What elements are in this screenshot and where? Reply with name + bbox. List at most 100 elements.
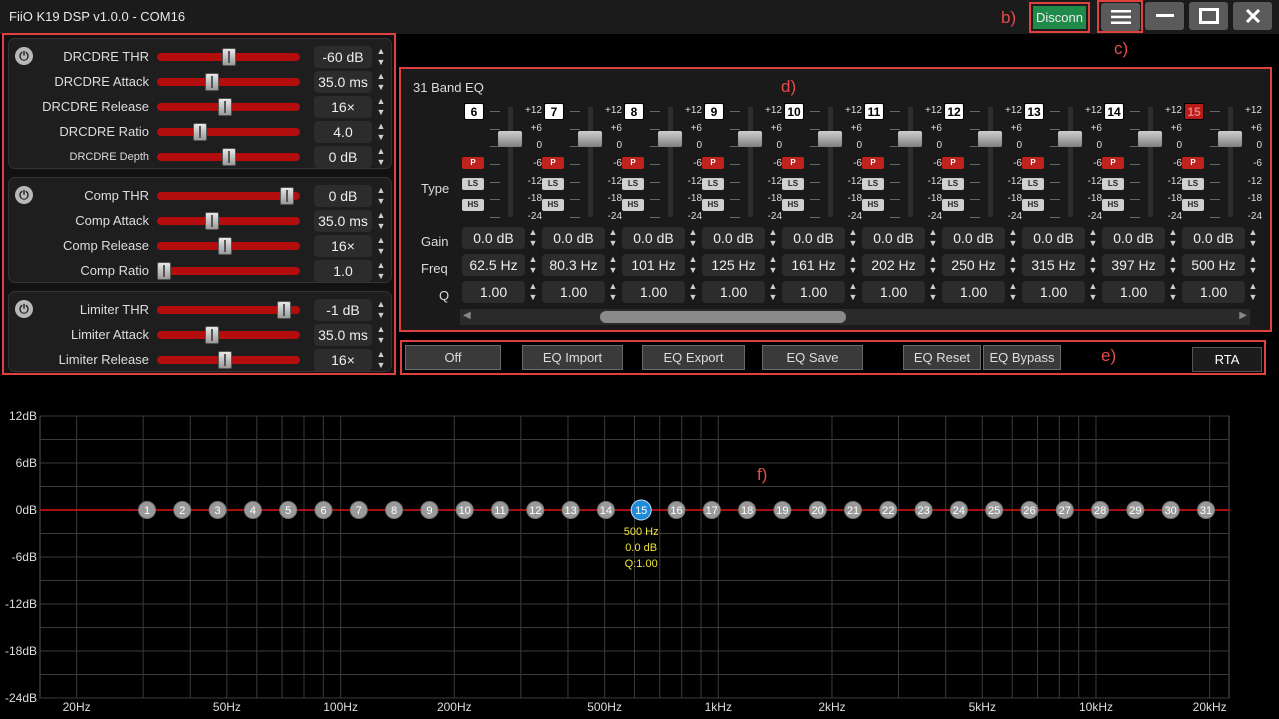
band-point-13[interactable]: 13: [561, 501, 580, 519]
spin-arrows-icon[interactable]: ▲ ▼: [927, 227, 939, 249]
spin-arrows-icon[interactable]: ▲ ▼: [1007, 227, 1019, 249]
spin-arrows-icon[interactable]: ▲ ▼: [687, 227, 699, 249]
slider-thumb[interactable]: [218, 237, 232, 255]
comp-param-slider[interactable]: [157, 237, 300, 255]
band-q-field[interactable]: 1.00: [622, 281, 685, 303]
band-freq-field[interactable]: 62.5 Hz: [462, 254, 525, 276]
drcdre-param-slider[interactable]: [157, 148, 300, 166]
spin-arrows-icon[interactable]: ▲ ▼: [1087, 227, 1099, 249]
fader-thumb[interactable]: [818, 131, 842, 147]
low-shelf-button[interactable]: LS: [1102, 178, 1124, 190]
spin-arrows-icon[interactable]: ▲ ▼: [527, 254, 539, 276]
spin-arrows-icon[interactable]: ▲ ▼: [767, 227, 779, 249]
band-freq-field[interactable]: 397 Hz: [1102, 254, 1165, 276]
spin-arrows-icon[interactable]: ▲ ▼: [1247, 254, 1259, 276]
spin-arrows-icon[interactable]: ▲ ▼: [767, 281, 779, 303]
band-point-21[interactable]: 21: [844, 501, 862, 519]
peak-filter-button[interactable]: P: [702, 157, 724, 169]
fader-thumb[interactable]: [658, 131, 682, 147]
band-q-field[interactable]: 1.00: [462, 281, 525, 303]
band-point-29[interactable]: 29: [1126, 501, 1145, 519]
band-fader[interactable]: [908, 107, 913, 217]
eq-response-graph[interactable]: 12dB6dB0dB-6dB-12dB-18dB-24dB 20Hz 50Hz 10…: [0, 378, 1279, 719]
eq-reset-button[interactable]: EQ Reset: [903, 345, 981, 370]
drcdre-param-value[interactable]: -60 dB: [314, 46, 372, 68]
band-point-23[interactable]: 23: [914, 501, 933, 519]
comp-param-value[interactable]: 35.0 ms: [314, 210, 372, 232]
peak-filter-button[interactable]: P: [862, 157, 884, 169]
band-freq-field[interactable]: 125 Hz: [702, 254, 765, 276]
band-fader[interactable]: [748, 107, 753, 217]
spin-arrows-icon[interactable]: ▲ ▼: [1167, 227, 1179, 249]
spin-arrows-icon[interactable]: ▲ ▼: [607, 281, 619, 303]
spin-arrows-icon[interactable]: ▲ ▼: [767, 254, 779, 276]
drcdre-param-value[interactable]: 4.0: [314, 121, 372, 143]
fader-thumb[interactable]: [738, 131, 762, 147]
high-shelf-button[interactable]: HS: [942, 199, 964, 211]
drcdre-param-slider[interactable]: [157, 98, 300, 116]
eq-import-button[interactable]: EQ Import: [522, 345, 623, 370]
band-q-field[interactable]: 1.00: [1102, 281, 1165, 303]
eq-bypass-button[interactable]: EQ Bypass: [983, 345, 1061, 370]
high-shelf-button[interactable]: HS: [462, 199, 484, 211]
off-button[interactable]: Off: [405, 345, 501, 370]
slider-thumb[interactable]: [205, 73, 219, 91]
comp-param-slider[interactable]: [157, 262, 300, 280]
band-point-5[interactable]: 5: [279, 501, 298, 519]
band-q-field[interactable]: 1.00: [942, 281, 1005, 303]
band-point-2[interactable]: 2: [173, 501, 192, 519]
high-shelf-button[interactable]: HS: [1102, 199, 1124, 211]
spin-arrows-icon[interactable]: ▲ ▼: [927, 281, 939, 303]
scroll-right-icon[interactable]: ▶: [1239, 310, 1247, 321]
high-shelf-button[interactable]: HS: [702, 199, 724, 211]
spin-arrows-icon[interactable]: ▲ ▼: [375, 299, 387, 321]
band-point-14[interactable]: 14: [596, 501, 615, 519]
band-gain-field[interactable]: 0.0 dB: [622, 227, 685, 249]
band-fader[interactable]: [1068, 107, 1073, 217]
eq-horizontal-scrollbar[interactable]: ◀ ▶: [460, 309, 1250, 325]
slider-thumb[interactable]: [218, 351, 232, 369]
slider-thumb[interactable]: [222, 148, 236, 166]
band-number[interactable]: 7: [544, 103, 564, 120]
band-fader[interactable]: [1148, 107, 1153, 217]
band-point-19[interactable]: 19: [773, 501, 792, 519]
fader-thumb[interactable]: [898, 131, 922, 147]
peak-filter-button[interactable]: P: [542, 157, 564, 169]
band-gain-field[interactable]: 0.0 dB: [862, 227, 925, 249]
spin-arrows-icon[interactable]: ▲ ▼: [375, 146, 387, 168]
band-fader[interactable]: [508, 107, 513, 217]
band-number[interactable]: 15: [1184, 103, 1204, 120]
band-gain-field[interactable]: 0.0 dB: [942, 227, 1005, 249]
fader-thumb[interactable]: [978, 131, 1002, 147]
band-number[interactable]: 10: [784, 103, 804, 120]
spin-arrows-icon[interactable]: ▲ ▼: [527, 227, 539, 249]
band-freq-field[interactable]: 250 Hz: [942, 254, 1005, 276]
comp-param-slider[interactable]: [157, 187, 300, 205]
band-freq-field[interactable]: 315 Hz: [1022, 254, 1085, 276]
band-point-11[interactable]: 11: [491, 501, 509, 519]
spin-arrows-icon[interactable]: ▲ ▼: [1087, 281, 1099, 303]
peak-filter-button[interactable]: P: [622, 157, 644, 169]
band-number[interactable]: 6: [464, 103, 484, 120]
band-point-22[interactable]: 22: [879, 501, 898, 519]
low-shelf-button[interactable]: LS: [702, 178, 724, 190]
spin-arrows-icon[interactable]: ▲ ▼: [375, 46, 387, 68]
slider-thumb[interactable]: [222, 48, 236, 66]
low-shelf-button[interactable]: LS: [462, 178, 484, 190]
spin-arrows-icon[interactable]: ▲ ▼: [375, 210, 387, 232]
eq-save-button[interactable]: EQ Save: [762, 345, 863, 370]
slider-thumb[interactable]: [205, 326, 219, 344]
scroll-left-icon[interactable]: ◀: [463, 310, 471, 321]
high-shelf-button[interactable]: HS: [1022, 199, 1044, 211]
band-point-15[interactable]: 15: [630, 499, 652, 521]
band-q-field[interactable]: 1.00: [862, 281, 925, 303]
spin-arrows-icon[interactable]: ▲ ▼: [927, 254, 939, 276]
limiter-param-value[interactable]: 35.0 ms: [314, 324, 372, 346]
rta-button[interactable]: RTA: [1192, 347, 1262, 372]
band-fader[interactable]: [988, 107, 993, 217]
maximize-button[interactable]: [1189, 2, 1228, 30]
close-button[interactable]: [1233, 2, 1272, 30]
high-shelf-button[interactable]: HS: [542, 199, 564, 211]
band-point-16[interactable]: 16: [667, 501, 686, 519]
minimize-button[interactable]: [1145, 2, 1184, 30]
